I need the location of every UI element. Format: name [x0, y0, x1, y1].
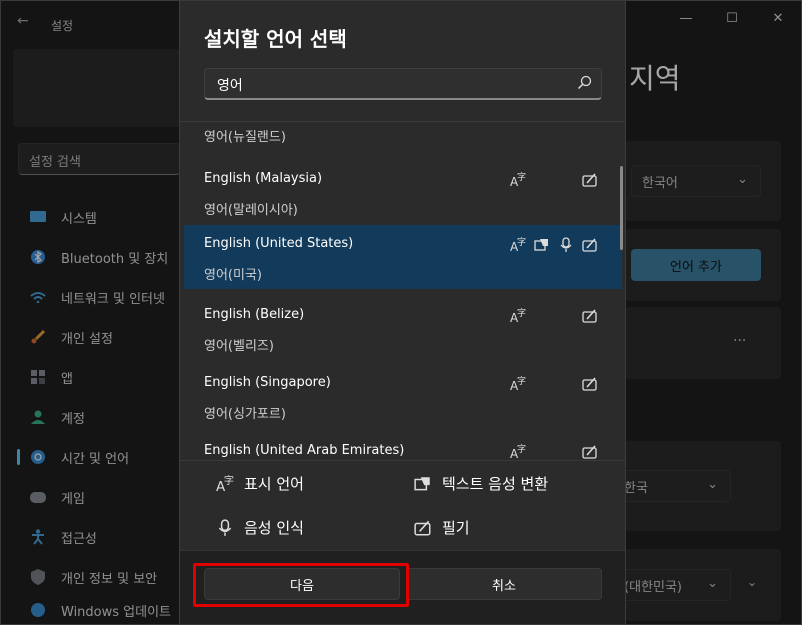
- list-item[interactable]: 영어(뉴질랜드): [184, 122, 622, 162]
- legend-label: 표시 언어: [244, 475, 304, 493]
- list-item[interactable]: English (Singapore) 영어(싱가포르) A字: [184, 364, 622, 428]
- language-native-name: 영어(뉴질랜드): [204, 130, 286, 145]
- handwriting-icon: [582, 308, 598, 324]
- language-name: English (Singapore): [204, 375, 331, 390]
- handwriting-icon: [582, 376, 598, 392]
- search-value: 영어: [217, 78, 243, 94]
- display-language-icon: A字: [216, 475, 234, 493]
- legend-label: 텍스트 음성 변환: [442, 475, 549, 493]
- language-native-name: 영어(싱가포르): [204, 407, 286, 422]
- svg-text:字: 字: [517, 172, 526, 183]
- display-language-icon: A字: [510, 236, 526, 254]
- microphone-icon: [558, 237, 574, 253]
- legend-text-to-speech: 텍스트 음성 변환: [414, 473, 548, 494]
- handwriting-icon: [582, 444, 598, 460]
- legend-handwriting: 필기: [414, 517, 470, 538]
- language-name: English (United Arab Emirates): [204, 443, 405, 458]
- text-to-speech-icon: [414, 475, 432, 493]
- language-native-name: 영어(미국): [204, 268, 262, 283]
- language-native-name: 영어(벨리즈): [204, 339, 274, 354]
- highlight-box: [193, 563, 409, 607]
- language-name: English (Belize): [204, 307, 305, 322]
- list-scrollbar[interactable]: [620, 166, 623, 250]
- list-item[interactable]: English (Belize) 영어(벨리즈) A字: [184, 296, 622, 360]
- legend-display-language: A字 표시 언어: [216, 473, 304, 494]
- language-search-input[interactable]: 영어: [204, 68, 602, 100]
- language-list: 영어(뉴질랜드) English (Malaysia) 영어(말레이시아) A字…: [180, 122, 625, 460]
- handwriting-icon: [582, 172, 598, 188]
- display-language-icon: A字: [510, 375, 526, 393]
- list-item[interactable]: English (Malaysia) 영어(말레이시아) A字: [184, 160, 622, 224]
- svg-text:字: 字: [517, 308, 526, 319]
- svg-text:字: 字: [517, 444, 526, 455]
- feature-legend: A字 표시 언어 텍스트 음성 변환 음성 인식 필기: [180, 460, 625, 540]
- display-language-icon: A字: [510, 443, 526, 460]
- language-name: English (United States): [204, 236, 354, 251]
- handwriting-icon: [414, 519, 432, 537]
- handwriting-icon: [582, 237, 598, 253]
- language-name: English (Malaysia): [204, 171, 323, 186]
- settings-window: ← 설정 — ☐ ✕ 설정 검색 시스템 Bluetooth 및 장치 네트워크…: [0, 0, 802, 625]
- language-native-name: 영어(말레이시아): [204, 203, 298, 218]
- display-language-icon: A字: [510, 171, 526, 189]
- language-select-dialog: 설치할 언어 선택 영어 영어(뉴질랜드) English (Malaysia)…: [179, 1, 626, 624]
- text-to-speech-icon: [534, 237, 550, 253]
- svg-text:字: 字: [224, 475, 234, 487]
- legend-speech-recognition: 음성 인식: [216, 517, 304, 538]
- list-item[interactable]: English (United Arab Emirates) A字: [184, 432, 622, 460]
- cancel-button[interactable]: 취소: [406, 568, 602, 600]
- legend-label: 음성 인식: [244, 519, 304, 537]
- display-language-icon: A字: [510, 307, 526, 325]
- svg-text:字: 字: [517, 237, 526, 248]
- list-item-selected[interactable]: English (United States) 영어(미국) A字: [184, 225, 622, 289]
- legend-label: 필기: [442, 519, 470, 537]
- svg-text:字: 字: [517, 376, 526, 387]
- microphone-icon: [216, 518, 234, 537]
- dialog-title: 설치할 언어 선택: [204, 27, 347, 51]
- search-icon[interactable]: [577, 75, 593, 91]
